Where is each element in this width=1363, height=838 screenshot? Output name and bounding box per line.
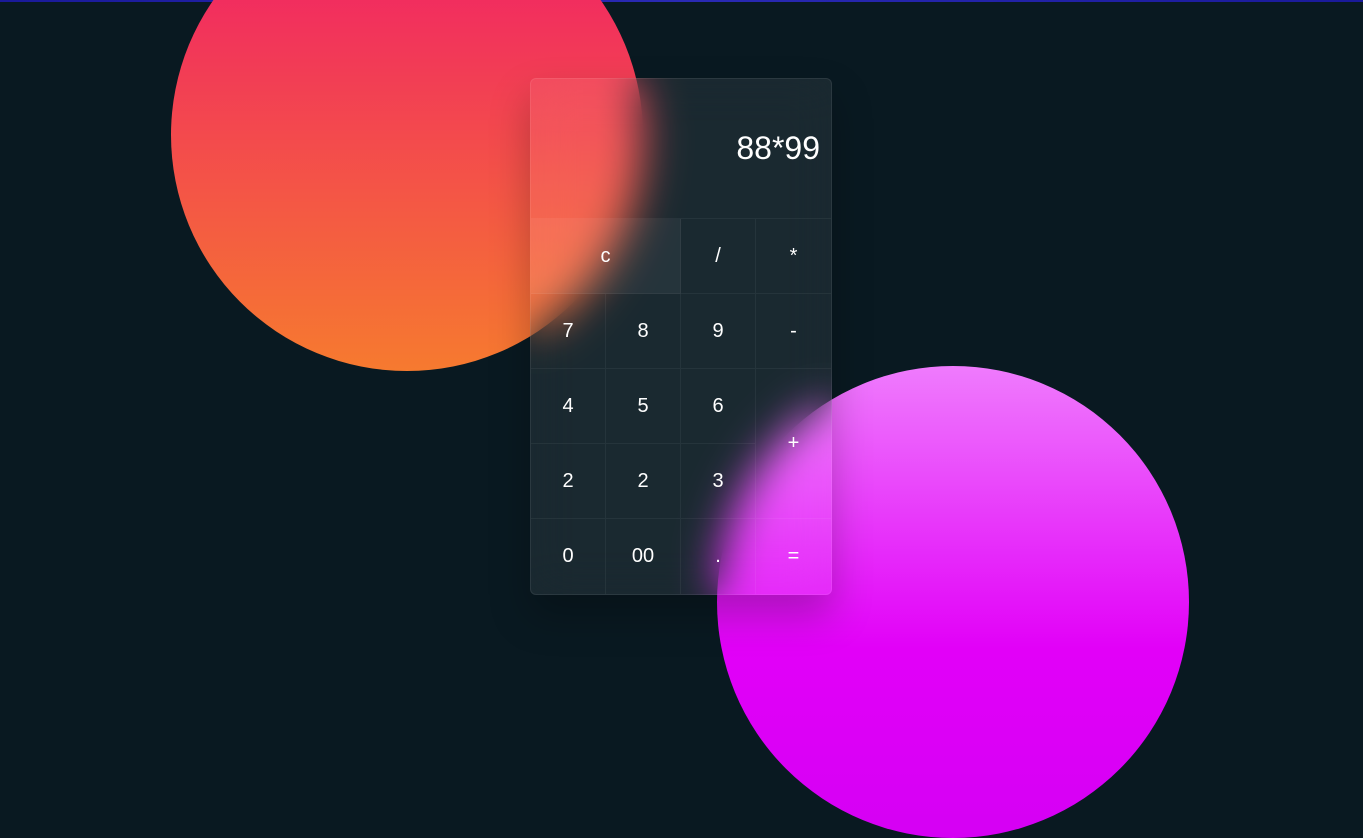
top-accent-line xyxy=(0,0,1363,2)
digit-3-button[interactable]: 3 xyxy=(681,444,756,519)
calculator-display: 88*99 xyxy=(531,79,831,219)
digit-5-button[interactable]: 5 xyxy=(606,369,681,444)
digit-2-button-left[interactable]: 2 xyxy=(531,444,606,519)
digit-9-button[interactable]: 9 xyxy=(681,294,756,369)
calculator-keypad: c / * 7 8 9 - 4 5 6 + 2 2 3 0 00 . = xyxy=(531,219,831,594)
digit-0-button[interactable]: 0 xyxy=(531,519,606,594)
digit-4-button[interactable]: 4 xyxy=(531,369,606,444)
digit-7-button[interactable]: 7 xyxy=(531,294,606,369)
clear-button[interactable]: c xyxy=(531,219,681,294)
subtract-button[interactable]: - xyxy=(756,294,831,369)
double-zero-button[interactable]: 00 xyxy=(606,519,681,594)
calculator: 88*99 c / * 7 8 9 - 4 5 6 + 2 2 3 0 00 .… xyxy=(530,78,832,595)
digit-6-button[interactable]: 6 xyxy=(681,369,756,444)
equals-button[interactable]: = xyxy=(756,519,831,594)
divide-button[interactable]: / xyxy=(681,219,756,294)
multiply-button[interactable]: * xyxy=(756,219,831,294)
add-button[interactable]: + xyxy=(756,369,831,519)
digit-2-button[interactable]: 2 xyxy=(606,444,681,519)
digit-8-button[interactable]: 8 xyxy=(606,294,681,369)
display-value: 88*99 xyxy=(736,130,820,166)
decimal-button[interactable]: . xyxy=(681,519,756,594)
